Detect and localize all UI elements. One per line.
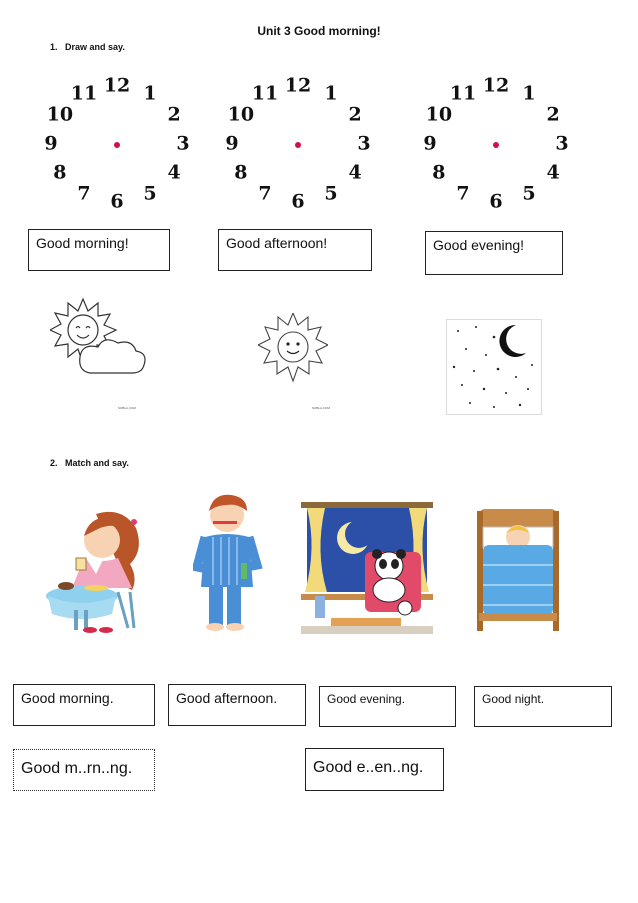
clock-numeral: 3 [176,132,190,155]
clock-numeral: 10 [227,103,255,126]
clock-numeral: 10 [425,103,453,126]
section2-heading: 2. Match and say. [50,458,129,468]
fill-box-morning[interactable]: Good m..rn..ng. [13,749,155,791]
moon-and-stars-icon [446,319,542,415]
clock-numeral: 5 [522,182,536,205]
clock-numeral: 10 [46,103,74,126]
clock-center-dot [114,142,120,148]
clock-numeral: 1 [143,82,157,105]
section2-number: 2. [50,458,58,468]
clock-numeral: 4 [546,161,560,184]
clock-numeral: 6 [489,190,503,213]
clock-numeral: 9 [225,132,239,155]
boy-brushing-teeth-icon [193,494,263,631]
section2-label: Match and say. [65,458,129,468]
clock-numeral: 12 [284,74,312,97]
clock-numeral: 11 [251,82,279,105]
clock-numeral: 1 [324,82,338,105]
clock-numeral: 8 [234,161,248,184]
section1-heading: 1. Draw and say. [50,42,125,52]
clock-numeral: 8 [53,161,67,184]
clock-numeral: 9 [44,132,58,155]
match-box-afternoon: Good afternoon. [168,684,306,726]
clock-numeral: 4 [348,161,362,184]
clock-face-2[interactable]: 12 1 2 3 4 5 6 7 8 9 10 11 [225,74,386,226]
smiling-sun-icon [258,313,328,383]
clock-numeral: 4 [167,161,181,184]
clock-numeral: 3 [357,132,371,155]
greeting-box-afternoon: Good afternoon! [218,229,372,271]
clock-numeral: 6 [291,190,305,213]
clock-center-dot [493,142,499,148]
match-box-night: Good night. [474,686,612,727]
clock-numeral: 5 [143,182,157,205]
match-box-morning: Good morning. [13,684,155,726]
sun-behind-cloud-icon [50,297,146,374]
greeting-box-evening: Good evening! [425,231,563,275]
clock-numeral: 2 [167,103,181,126]
clock-numeral: 1 [522,82,536,105]
greeting-box-morning: Good morning! [28,229,170,271]
section1-label: Draw and say. [65,42,125,52]
clock-numeral: 7 [258,182,272,205]
clock-numeral: 7 [77,182,91,205]
clock-numeral: 2 [546,103,560,126]
clock-face-3[interactable]: 12 1 2 3 4 5 6 7 8 9 10 11 [423,74,584,226]
fill-box-evening[interactable]: Good e..en..ng. [305,748,444,791]
clock-numeral: 9 [423,132,437,155]
clock-numeral: 8 [432,161,446,184]
clock-numeral: 12 [482,74,510,97]
match-box-evening: Good evening. [319,686,456,727]
section1-number: 1. [50,42,58,52]
page-title: Unit 3 Good morning! [257,24,381,38]
child-in-bed-icon [477,509,559,631]
clock-numeral: 12 [103,74,131,97]
panda-in-armchair-icon [301,502,433,634]
clock-numeral: 6 [110,190,124,213]
girl-eating-breakfast-icon [46,511,139,633]
clock-numeral: 7 [456,182,470,205]
clock-numeral: 2 [348,103,362,126]
clock-face-1[interactable]: 12 1 2 3 4 5 6 7 8 9 10 11 [44,74,205,226]
clock-center-dot [295,142,301,148]
clock-numeral: 5 [324,182,338,205]
clock-numeral: 11 [70,82,98,105]
clock-numeral: 11 [449,82,477,105]
clock-numeral: 3 [555,132,569,155]
